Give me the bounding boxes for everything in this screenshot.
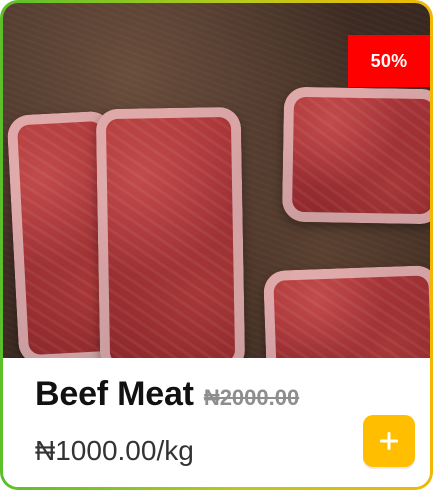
product-title-row: Beef Meat ₦2000.00 (35, 375, 299, 414)
product-card[interactable]: 50% Beef Meat ₦2000.00 ₦1000.00 /kg (3, 3, 430, 487)
product-info: Beef Meat ₦2000.00 ₦1000.00 /kg (3, 358, 430, 487)
old-price: ₦2000.00 (203, 385, 300, 410)
price-unit: /kg (156, 435, 194, 466)
beef-steak-2 (95, 106, 246, 358)
plus-icon (380, 432, 398, 450)
discount-badge: 50% (348, 35, 430, 87)
price-row: ₦1000.00 /kg (35, 435, 194, 467)
add-to-cart-button[interactable] (363, 415, 415, 467)
beef-steak-4 (263, 264, 430, 358)
product-card-frame: 50% Beef Meat ₦2000.00 ₦1000.00 /kg (0, 0, 433, 490)
product-image: 50% (3, 3, 430, 358)
product-name: Beef Meat (35, 375, 194, 413)
new-price: ₦1000.00 (35, 435, 157, 466)
beef-steak-3 (281, 86, 430, 225)
